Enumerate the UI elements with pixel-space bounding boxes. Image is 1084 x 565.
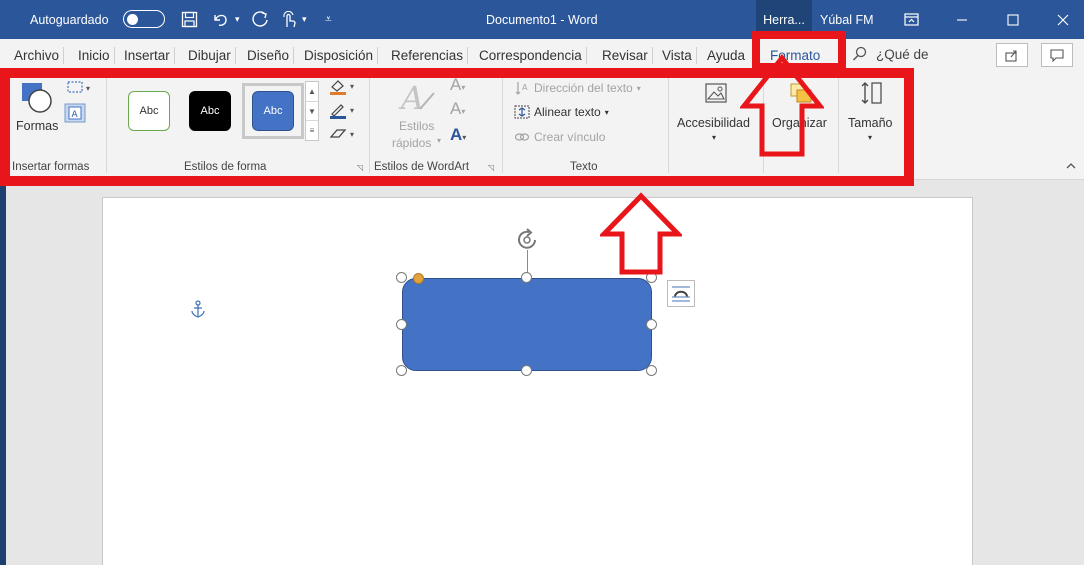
autosave-toggle[interactable] <box>123 10 165 28</box>
window-edge <box>0 180 6 565</box>
undo-icon[interactable] <box>212 0 232 39</box>
tab-dibujar[interactable]: Dibujar <box>184 47 236 64</box>
undo-dropdown-icon[interactable]: ▾ <box>235 0 240 39</box>
touch-mode-icon[interactable] <box>281 0 297 39</box>
search-label: ¿Qué de <box>876 46 929 62</box>
rotate-handle-icon[interactable] <box>515 228 541 257</box>
tab-inicio[interactable]: Inicio <box>74 47 115 64</box>
tab-disposicion[interactable]: Disposición <box>300 47 379 64</box>
title-bar: Autoguardado ▾ ▾ ⩡ Documento1 - Word Her… <box>0 0 1084 39</box>
minimize-icon[interactable] <box>939 0 985 39</box>
autosave-label: Autoguardado <box>30 12 109 27</box>
arrow-up-icon <box>740 54 824 157</box>
resize-handle-bottom-left[interactable] <box>396 365 407 376</box>
shape-adjust-handle[interactable] <box>413 273 424 284</box>
document-title: Documento1 - Word <box>486 12 598 27</box>
tab-archivo[interactable]: Archivo <box>10 47 65 64</box>
redo-icon[interactable] <box>250 0 270 39</box>
resize-handle-right[interactable] <box>646 319 657 330</box>
resize-handle-bottom-right[interactable] <box>646 365 657 376</box>
share-icon <box>1005 49 1017 62</box>
tab-referencias[interactable]: Referencias <box>387 47 469 64</box>
resize-handle-top[interactable] <box>521 272 532 283</box>
rounded-rectangle-shape[interactable] <box>402 278 652 371</box>
arrow-up-icon <box>600 192 682 275</box>
save-icon[interactable] <box>181 0 198 39</box>
share-button[interactable] <box>996 43 1028 67</box>
tab-insertar[interactable]: Insertar <box>120 47 175 64</box>
resize-handle-top-left[interactable] <box>396 272 407 283</box>
tab-vista[interactable]: Vista <box>658 47 697 64</box>
touch-dropdown-icon[interactable]: ▾ <box>302 0 307 39</box>
tab-diseno[interactable]: Diseño <box>243 47 295 64</box>
customize-icon[interactable]: ⩡ <box>325 0 332 39</box>
tell-me-search[interactable]: ¿Qué de <box>852 46 929 62</box>
ribbon-display-icon[interactable] <box>888 0 934 39</box>
tab-correspondencia[interactable]: Correspondencia <box>475 47 587 64</box>
anchor-icon <box>190 300 206 323</box>
comment-icon <box>1050 48 1064 62</box>
tab-revisar[interactable]: Revisar <box>598 47 653 64</box>
close-icon[interactable] <box>1040 0 1084 39</box>
layout-options-icon <box>672 285 690 302</box>
resize-handle-bottom[interactable] <box>521 365 532 376</box>
comments-button[interactable] <box>1041 43 1073 67</box>
maximize-icon[interactable] <box>990 0 1036 39</box>
layout-options-button[interactable] <box>667 280 695 307</box>
search-icon <box>852 46 867 61</box>
resize-handle-left[interactable] <box>396 319 407 330</box>
collapse-ribbon-icon[interactable] <box>1066 159 1076 173</box>
